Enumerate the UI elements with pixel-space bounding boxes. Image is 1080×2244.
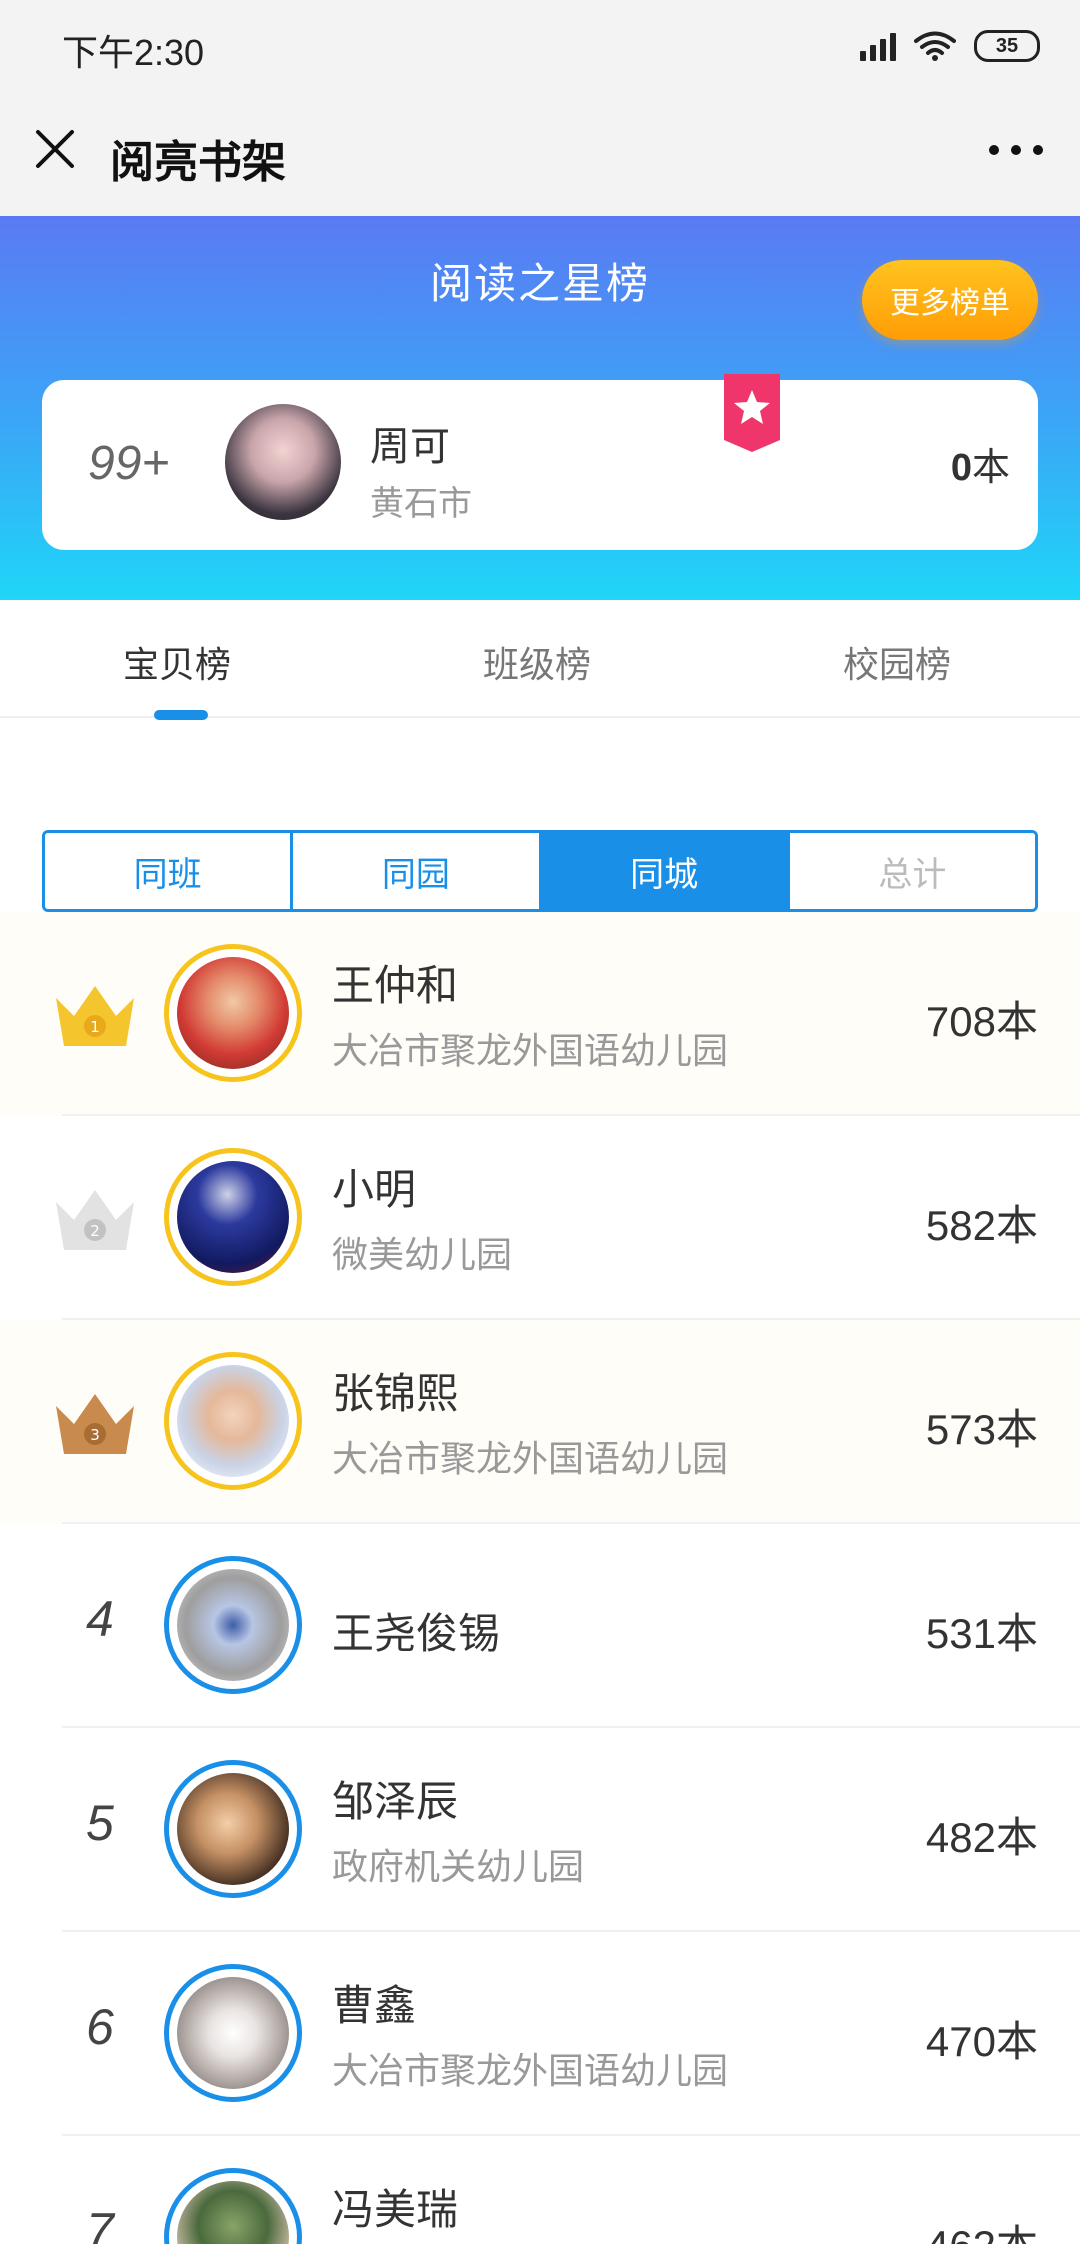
avatar [164,1556,302,1694]
status-time: 下午2:30 [62,32,205,73]
school-name: 微美幼儿园 [332,1234,513,1275]
bronze-crown-icon: 3 [56,1394,134,1454]
close-icon[interactable] [28,122,82,176]
list-item[interactable]: 2 小明 微美幼儿园 582本 [0,1116,1080,1320]
title-bar: 阅亮书架 [0,90,1080,216]
book-count: 708本 [925,998,1038,1045]
avatar [164,1148,302,1286]
child-name: 王仲和 [332,962,459,1009]
rank-number: 7 [86,2203,114,2244]
wifi-icon [914,31,956,61]
rank-number: 5 [86,1795,114,1851]
school-name: 大冶市聚龙外国语幼儿园 [332,1438,729,1479]
my-book-count: 0本 [950,447,1010,489]
avatar [164,1964,302,2102]
my-name: 周可 [370,425,450,469]
list-item[interactable]: 3 张锦熙 大冶市聚龙外国语幼儿园 573本 [0,1320,1080,1524]
child-name: 张锦熙 [332,1370,459,1417]
school-name: 大冶市聚龙外国语幼儿园 [332,1030,729,1071]
book-count: 470本 [925,2018,1038,2065]
book-count: 462本 [926,2212,1038,2244]
more-options-icon[interactable] [986,130,1046,170]
ranking-list: 1 王仲和 大冶市聚龙外国语幼儿园 708本 2 小明 微美幼儿园 582本 3… [0,912,1080,2244]
book-count: 482本 [925,1814,1038,1861]
avatar [164,944,302,1082]
hero-banner: 阅读之星榜 更多榜单 99+ 周可 黄石市 0本 [0,216,1080,600]
segment-same-kindergarten[interactable]: 同园 [293,833,542,909]
avatar [164,2168,302,2244]
book-count: 582本 [925,1202,1038,1249]
child-name: 冯美瑞 [332,2186,459,2233]
tab-baby-rank[interactable]: 宝贝榜 [123,636,231,688]
book-count: 531本 [925,1610,1038,1657]
segment-total[interactable]: 总计 [789,833,1035,909]
star-ribbon-icon [724,374,780,452]
status-icons: 35 [860,26,1040,66]
svg-text:3: 3 [90,1426,100,1444]
rank-number: 6 [86,1999,114,2055]
child-name: 小明 [332,1166,417,1213]
list-item[interactable]: 1 王仲和 大冶市聚龙外国语幼儿园 708本 [0,912,1080,1116]
status-bar: 下午2:30 35 [0,0,1080,90]
tab-school-rank[interactable]: 校园榜 [843,636,951,688]
rank-number: 4 [86,1591,114,1647]
child-name: 邹泽辰 [332,1778,459,1825]
my-rank: 99+ [88,437,170,490]
my-city: 黄石市 [370,485,472,523]
gold-crown-icon: 1 [56,986,134,1046]
ranking-tabs: 宝贝榜 班级榜 校园榜 [0,600,1080,720]
tab-indicator [154,710,208,720]
avatar [164,1760,302,1898]
avatar [164,1352,302,1490]
list-item[interactable]: 4 王尧俊锡 531本 [0,1524,1080,1728]
more-lists-button[interactable]: 更多榜单 [862,260,1038,340]
child-name: 王尧俊锡 [332,1610,501,1657]
child-name: 曹鑫 [332,1982,417,2029]
my-rank-card[interactable]: 99+ 周可 黄石市 0本 [42,374,1038,550]
avatar [225,404,341,520]
school-name: 大冶市聚龙外国语幼儿园 [332,2050,729,2091]
list-item[interactable]: 5 邹泽辰 政府机关幼儿园 482本 [0,1728,1080,1932]
list-item[interactable]: 6 曹鑫 大冶市聚龙外国语幼儿园 470本 [0,1932,1080,2136]
signal-icon [860,31,896,61]
svg-text:2: 2 [90,1222,100,1240]
list-item[interactable]: 7 冯美瑞 462本 [0,2136,1080,2244]
segment-same-class[interactable]: 同班 [45,833,294,909]
tab-class-rank[interactable]: 班级榜 [483,636,591,688]
scope-segmented-control: 同班 同园 同城 总计 [42,830,1038,912]
page-title: 阅亮书架 [110,138,286,187]
svg-text:1: 1 [90,1018,100,1036]
silver-crown-icon: 2 [56,1190,134,1250]
segment-same-city[interactable]: 同城 [541,833,790,909]
book-count: 573本 [925,1406,1038,1453]
battery-icon: 35 [974,30,1040,62]
school-name: 政府机关幼儿园 [332,1846,585,1887]
